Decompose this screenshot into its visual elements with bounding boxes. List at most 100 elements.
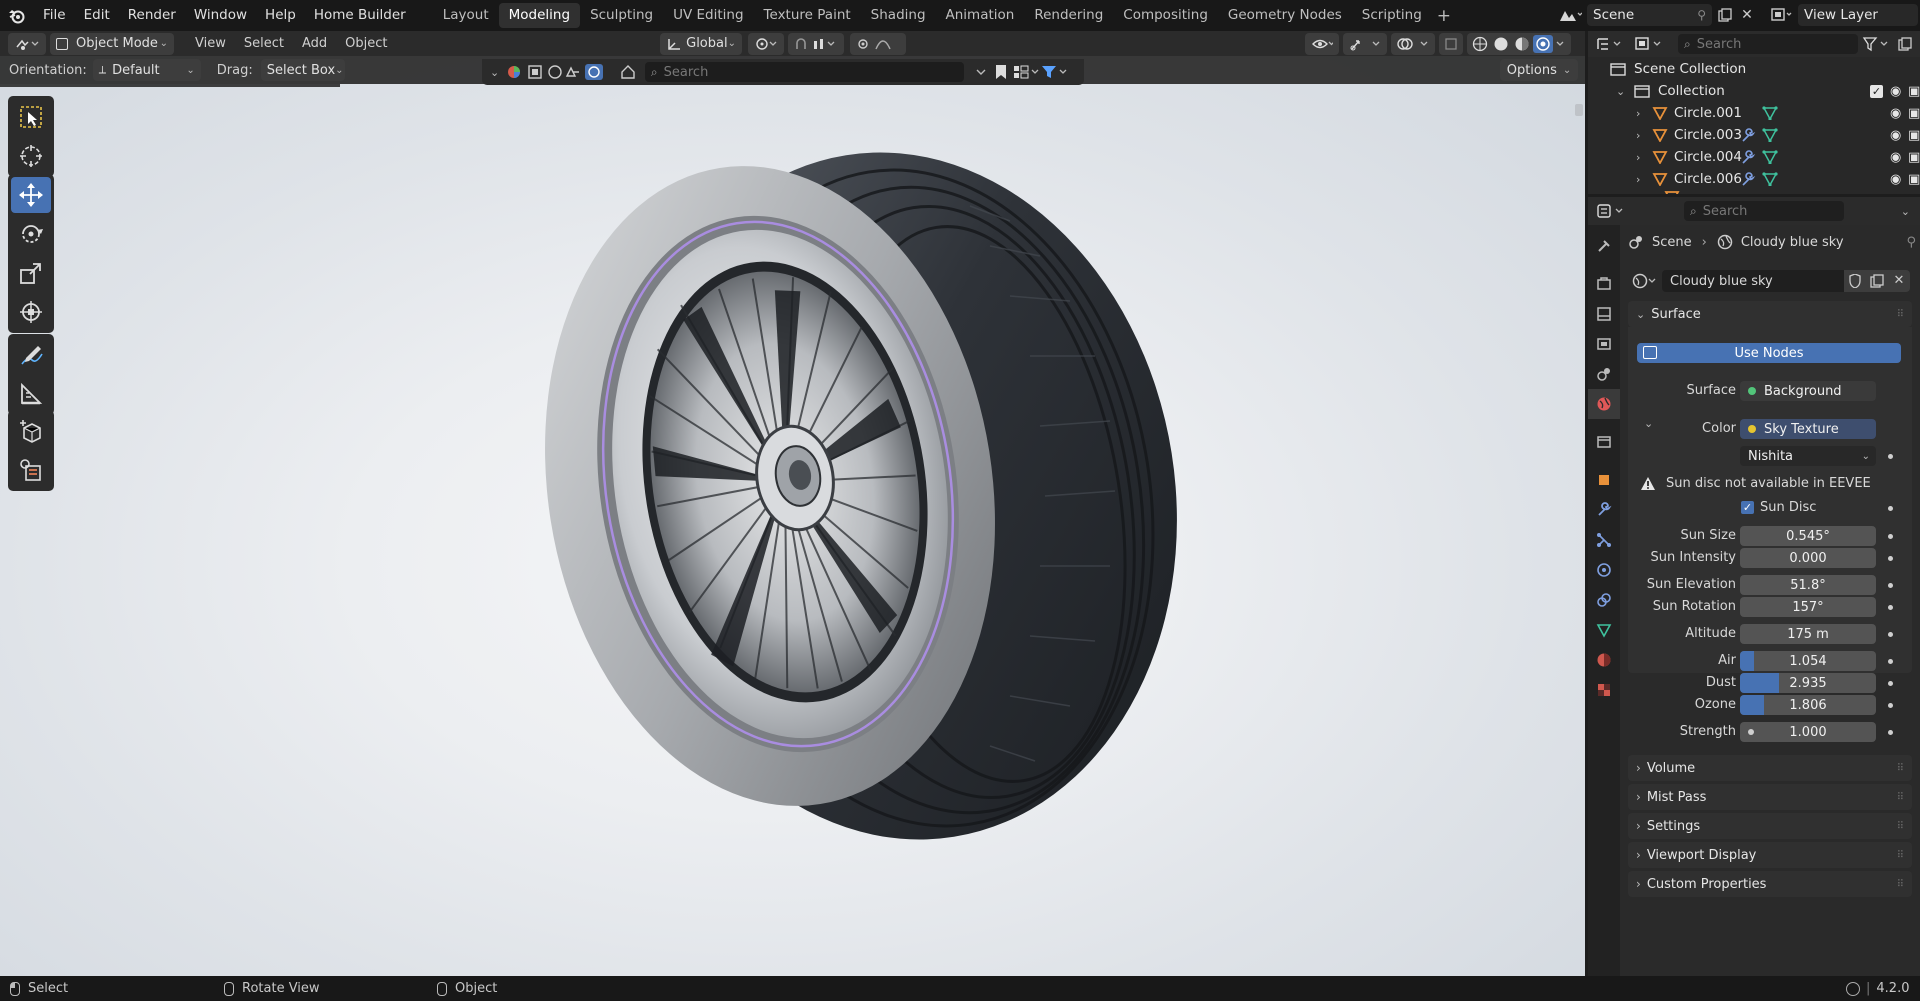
drag-dropdown[interactable]: Select Box ⌄ [260,59,345,81]
menu-edit[interactable]: Edit [75,0,119,31]
checkbox-icon[interactable]: ✓ [1870,84,1883,98]
menu-render[interactable]: Render [119,0,185,31]
chevron-right-icon[interactable]: › [1636,173,1650,186]
drag-handle-icon[interactable]: ⠿ [1897,821,1904,832]
outliner-object-row[interactable]: › Circle.001 ◉ ▣ [1636,102,1920,124]
eye-icon[interactable]: ◉ [1890,84,1901,99]
wrench-icon[interactable] [1740,128,1756,142]
transform-tool[interactable] [11,294,51,330]
custom-properties-panel-header[interactable]: › Custom Properties ⠿ [1628,871,1912,897]
drag-handle-icon[interactable]: ⠿ [1897,850,1904,861]
drag-handle-icon[interactable]: ⠿ [1897,879,1904,890]
keyframe-dot[interactable] [1888,730,1893,735]
orientation-dropdown[interactable]: ⟂ Default ⌄ [92,59,201,81]
surface-shader-field[interactable]: Background [1740,381,1876,401]
tab-geometry-nodes[interactable]: Geometry Nodes [1218,3,1352,28]
camera-icon[interactable]: ▣ [1908,150,1920,165]
camera-icon[interactable]: ▣ [1908,128,1920,143]
drag-handle-icon[interactable]: ⠿ [1897,309,1904,320]
sun-intensity-field[interactable]: 0.000 [1740,548,1876,568]
sky-type-dropdown[interactable]: Nishita ⌄ [1740,446,1876,466]
move-tool[interactable] [11,177,51,213]
unlink-world-icon[interactable]: ✕ [1888,270,1910,292]
chevron-right-icon[interactable]: › [1636,151,1650,164]
keyframe-dot[interactable] [1888,703,1893,708]
scene-name-field[interactable]: Scene ⚲ [1587,4,1712,26]
keyframe-dot[interactable] [1888,632,1893,637]
outliner-object-row[interactable]: › Circle.003 ◉ ▣ [1636,124,1920,146]
outliner-collection-row[interactable]: ⌄ Collection ✓ ◉ ▣ [1616,80,1920,102]
wrench-icon[interactable] [1740,150,1756,164]
camera-icon[interactable]: ▣ [1908,106,1920,121]
select-box-tool[interactable] [11,99,51,135]
tab-rendering[interactable]: Rendering [1024,3,1113,28]
use-nodes-button[interactable]: Use Nodes [1637,343,1901,363]
properties-editor-type-icon[interactable] [1596,203,1630,219]
new-collection-icon[interactable] [1898,37,1912,51]
world-name-field[interactable]: Cloudy blue sky [1662,270,1844,292]
fake-user-icon[interactable] [1844,270,1866,292]
sun-disc-checkbox[interactable]: ✓ [1741,501,1754,514]
dust-slider[interactable]: 2.935 [1740,673,1876,693]
camera-icon[interactable]: ▣ [1908,172,1920,187]
outliner-search-field[interactable]: ⌕ Search [1678,34,1858,54]
rotate-tool[interactable] [11,216,51,252]
shading-modes[interactable] [1467,32,1571,55]
drag-handle-icon[interactable]: ⠿ [1897,792,1904,803]
chevron-right-icon[interactable]: › [1636,129,1650,142]
new-scene-icon[interactable] [1714,4,1736,26]
tab-scripting[interactable]: Scripting [1352,3,1432,28]
wrench-icon[interactable] [1740,172,1756,186]
viewport-search-field[interactable]: ⌕ Search [644,62,965,82]
sun-size-field[interactable]: 0.545° [1740,526,1876,546]
view-layer-icon[interactable] [1766,4,1798,26]
duplicate-world-icon[interactable] [1866,270,1888,292]
pin-icon[interactable]: ⚲ [1697,8,1706,22]
display-mode-icon[interactable] [1634,34,1668,54]
tab-animation[interactable]: Animation [936,3,1025,28]
sun-rotation-field[interactable]: 157° [1740,597,1876,617]
chevron-down-icon[interactable]: ⌄ [490,66,499,79]
eye-icon[interactable]: ◉ [1890,106,1901,121]
tab-shading[interactable]: Shading [861,3,936,28]
mesh-data-icon[interactable] [1762,106,1778,120]
outliner-editor-type-icon[interactable] [1596,34,1626,54]
settings-panel-header[interactable]: › Settings ⠿ [1628,813,1912,839]
outliner-scene-collection[interactable]: Scene Collection [1610,58,1746,80]
pivot-point-button[interactable] [748,32,784,55]
object-tab-icon[interactable] [1588,465,1620,495]
keyframe-dot[interactable] [1888,556,1893,561]
sun-elevation-field[interactable]: 51.8° [1740,575,1876,595]
light-probe-icon[interactable] [619,63,637,81]
eye-icon[interactable]: ◉ [1890,150,1901,165]
tab-uv-editing[interactable]: UV Editing [663,3,753,28]
visibility-filter-icons[interactable] [505,63,615,81]
tab-texture-paint[interactable]: Texture Paint [754,3,861,28]
gizmo-toggle[interactable] [1343,32,1387,55]
blender-logo-icon[interactable] [0,0,34,31]
add-cube-tool[interactable] [11,413,51,449]
keyframe-dot[interactable] [1888,681,1893,686]
transform-orientation-dropdown[interactable]: Global ⌄ [660,32,742,55]
visibility-dropdown[interactable] [1305,32,1339,55]
tool-tab-icon[interactable] [1588,231,1620,261]
xray-toggle[interactable] [1439,32,1463,55]
proportional-editing-button[interactable] [850,32,906,55]
3d-viewport[interactable]: Orientation: ⟂ Default ⌄ Drag: Select Bo… [0,56,1585,976]
keyframe-dot[interactable] [1888,583,1893,588]
keyframe-dot[interactable] [1888,454,1893,459]
altitude-field[interactable]: 175 m [1740,624,1876,644]
mode-dropdown[interactable]: Object Mode ⌄ [50,32,174,55]
menu-select[interactable]: Select [235,36,293,51]
keyframe-dot[interactable] [1888,506,1893,511]
filter-icon[interactable] [1862,36,1892,52]
sun-disc-row[interactable]: ✓ Sun Disc [1741,500,1816,515]
viewport-display-panel-header[interactable]: › Viewport Display ⠿ [1628,842,1912,868]
overlays-toggle[interactable] [1391,32,1435,55]
world-browse-icon[interactable] [1632,273,1662,289]
outliner-object-row[interactable]: › Circle.006 ◉ ▣ [1636,168,1920,190]
outliner-object-row[interactable]: › Circle.004 ◉ ▣ [1636,146,1920,168]
eye-icon[interactable]: ◉ [1890,172,1901,187]
viewport-region-toggle[interactable] [1575,104,1583,116]
measure-tool[interactable] [11,376,51,412]
